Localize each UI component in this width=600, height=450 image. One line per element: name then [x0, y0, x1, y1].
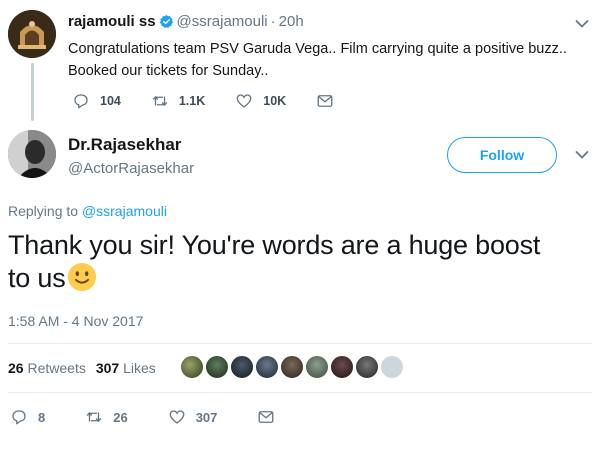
- engagement-stats: 26 Retweets 307 Likes: [8, 360, 166, 376]
- separator-dot: ·: [270, 13, 276, 30]
- parent-avatar[interactable]: [8, 10, 56, 58]
- direct-message-icon: [258, 411, 274, 423]
- author-avatar[interactable]: [8, 130, 56, 178]
- direct-message-icon: [317, 95, 333, 107]
- thread-connector-line: [31, 63, 34, 121]
- reply-button[interactable]: 8: [10, 408, 45, 426]
- divider: [8, 392, 592, 393]
- likes-stat-count: 307: [95, 360, 120, 376]
- retweet-icon: [86, 411, 102, 423]
- direct-message-button[interactable]: [257, 408, 285, 426]
- likes-stat-label: Likes: [123, 360, 156, 376]
- retweet-icon: [152, 95, 168, 107]
- verified-badge-icon: [159, 14, 173, 28]
- parent-handle[interactable]: @ssrajamouli: [177, 13, 268, 30]
- parent-tweet-text: Congratulations team PSV Garuda Vega.. F…: [68, 38, 578, 82]
- like-icon: [169, 410, 185, 424]
- parent-text-line: Booked our tickets for Sunday..: [68, 63, 269, 79]
- liker-avatar[interactable]: [205, 355, 229, 379]
- retweets-stat-count: 26: [8, 360, 24, 376]
- liker-avatar[interactable]: [180, 355, 204, 379]
- like-count: 307: [195, 409, 218, 425]
- liker-avatar[interactable]: [305, 355, 329, 379]
- liker-avatar[interactable]: [230, 355, 254, 379]
- replying-to-label: Replying to: [8, 203, 79, 219]
- parent-timestamp[interactable]: 20h: [279, 13, 304, 30]
- like-count: 10K: [263, 94, 287, 108]
- author-display-name[interactable]: Dr.Rajasekhar: [68, 135, 181, 155]
- chevron-down-icon[interactable]: [575, 150, 589, 160]
- like-button[interactable]: 10K: [235, 92, 286, 110]
- main-text-line-2: to us: [8, 262, 598, 295]
- reply-count: 8: [38, 409, 46, 425]
- likes-stat[interactable]: 307 Likes: [96, 360, 156, 376]
- liker-avatars: [180, 355, 405, 379]
- main-text-fragment: to us: [8, 263, 66, 293]
- like-button[interactable]: 307: [168, 408, 218, 426]
- main-text-line: Thank you sir! You're words are a huge b…: [8, 230, 541, 260]
- parent-action-bar: 104 1.1K 10K: [72, 92, 374, 110]
- replying-to-mention[interactable]: @ssrajamouli: [82, 203, 167, 219]
- parent-tweet-header: rajamouli ss @ssrajamouli · 20h: [68, 13, 304, 30]
- retweet-button[interactable]: 26: [85, 408, 128, 426]
- parent-display-name[interactable]: rajamouli ss: [68, 13, 156, 30]
- retweets-stat[interactable]: 26 Retweets: [8, 360, 86, 376]
- reply-icon: [12, 410, 26, 425]
- tweet-timestamp[interactable]: 1:58 AM - 4 Nov 2017: [8, 313, 143, 329]
- like-icon: [236, 94, 252, 108]
- liker-avatar-default[interactable]: [380, 355, 404, 379]
- retweets-stat-label: Retweets: [27, 360, 86, 376]
- reply-count: 104: [100, 94, 121, 108]
- liker-avatar[interactable]: [330, 355, 354, 379]
- main-action-bar: 8 26 307: [10, 408, 325, 426]
- liker-avatar[interactable]: [355, 355, 379, 379]
- parent-text-line: Congratulations team PSV Garuda Vega.. F…: [68, 41, 567, 57]
- retweet-count: 26: [113, 409, 128, 425]
- divider: [8, 343, 592, 344]
- replying-to-line: Replying to @ssrajamouli: [8, 203, 167, 219]
- author-handle[interactable]: @ActorRajasekhar: [68, 160, 194, 177]
- retweet-count: 1.1K: [178, 94, 206, 108]
- retweet-button[interactable]: 1.1K: [151, 92, 205, 110]
- liker-avatar[interactable]: [255, 355, 279, 379]
- reply-button[interactable]: 104: [72, 92, 121, 110]
- slightly-smiling-face-icon: [67, 262, 96, 292]
- follow-button[interactable]: Follow: [447, 137, 557, 173]
- reply-icon: [74, 94, 88, 109]
- main-tweet-text: Thank you sir! You're words are a huge b…: [8, 229, 598, 295]
- chevron-down-icon[interactable]: [575, 19, 589, 29]
- liker-avatar[interactable]: [280, 355, 304, 379]
- direct-message-button[interactable]: [316, 92, 344, 110]
